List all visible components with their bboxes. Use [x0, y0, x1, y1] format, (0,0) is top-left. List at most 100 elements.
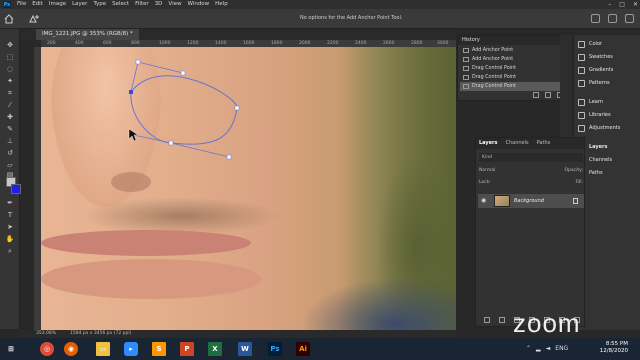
chrome-icon[interactable]: ◎: [40, 342, 54, 356]
add-anchor-point-tool-icon[interactable]: [28, 14, 40, 24]
network-icon[interactable]: ▂: [536, 345, 541, 352]
panel-adjustments[interactable]: Adjustments: [578, 123, 640, 133]
panel-learn[interactable]: Learn: [578, 97, 640, 107]
window-controls: – □ ✕: [608, 0, 638, 9]
maximize-button[interactable]: □: [619, 0, 625, 9]
menu-type[interactable]: Type: [93, 0, 106, 9]
workspace-icon[interactable]: [608, 14, 617, 23]
panel-gradients[interactable]: Gradients: [578, 65, 640, 75]
up-arrow-icon[interactable]: ⌃: [526, 345, 531, 352]
document-tab[interactable]: IMG_1221.JPG @ 353% (RGB/8) *: [36, 29, 139, 40]
zoom-level[interactable]: 353.08%: [36, 330, 56, 338]
layer-filter-row[interactable]: Kind: [479, 153, 583, 162]
panel-color[interactable]: Color: [578, 39, 640, 49]
close-button[interactable]: ✕: [633, 0, 638, 9]
history-state-icon: [463, 84, 469, 89]
minimize-button[interactable]: –: [608, 0, 611, 9]
firefox-icon[interactable]: ◉: [64, 342, 78, 356]
anchor-point[interactable]: [180, 70, 186, 76]
zoom-app-icon[interactable]: ▸: [124, 342, 138, 356]
hand-tool-icon[interactable]: ✋: [3, 235, 17, 244]
panel-layers[interactable]: Layers: [578, 142, 640, 152]
blend-mode-select[interactable]: Normal: [479, 166, 495, 175]
clone-stamp-tool-icon[interactable]: ⊥: [3, 137, 17, 146]
menu-edit[interactable]: Edit: [32, 0, 43, 9]
layers-panel: Layers Channels Paths Kind Normal Opacit…: [475, 137, 585, 327]
healing-brush-tool-icon[interactable]: ✚: [3, 113, 17, 122]
sublime-icon[interactable]: S: [152, 342, 166, 356]
anchor-point[interactable]: [226, 154, 232, 160]
menu-select[interactable]: Select: [112, 0, 129, 9]
bezier-path[interactable]: [41, 47, 456, 330]
anchor-point[interactable]: [135, 59, 141, 65]
visibility-eye-icon[interactable]: ◉: [481, 197, 486, 204]
anchor-point[interactable]: [234, 105, 240, 111]
move-tool-icon[interactable]: ✥: [3, 41, 17, 50]
file-explorer-icon[interactable]: ▭: [96, 342, 110, 356]
kind-filter[interactable]: Kind: [482, 155, 492, 160]
history-item-selected[interactable]: Drag Control Point: [460, 82, 564, 91]
opacity-label: Opacity:: [564, 168, 584, 173]
menu-view[interactable]: View: [168, 0, 181, 9]
eyedropper-tool-icon[interactable]: ⁄: [3, 101, 17, 110]
ruler-tick: 2400: [355, 41, 367, 46]
history-item[interactable]: Drag Control Point: [460, 64, 564, 73]
excel-icon[interactable]: X: [208, 342, 222, 356]
menu-layer[interactable]: Layer: [72, 0, 87, 9]
tab-paths[interactable]: Paths: [537, 138, 551, 149]
panel-paths[interactable]: Paths: [578, 168, 640, 178]
anchor-point[interactable]: [129, 90, 133, 94]
fx-icon[interactable]: [499, 317, 505, 323]
photoshop-icon[interactable]: Ps: [268, 342, 282, 356]
zoom-tool-icon[interactable]: ⌕: [3, 247, 17, 256]
panel-patterns[interactable]: Patterns: [578, 78, 640, 88]
menu-image[interactable]: Image: [49, 0, 66, 9]
panel-channels[interactable]: Channels: [578, 155, 640, 165]
new-document-icon[interactable]: [533, 92, 539, 98]
volume-icon[interactable]: ◄: [546, 345, 551, 352]
pen-tool-icon[interactable]: ✒: [3, 199, 17, 208]
panel-libraries[interactable]: Libraries: [578, 110, 640, 120]
marquee-tool-icon[interactable]: ⬚: [3, 53, 17, 62]
tab-layers[interactable]: Layers: [479, 138, 498, 149]
anchor-point[interactable]: [168, 140, 174, 146]
language-indicator[interactable]: ENG: [555, 345, 568, 352]
patterns-icon: [578, 79, 585, 87]
home-icon[interactable]: [4, 14, 14, 24]
history-item[interactable]: Add Anchor Point: [460, 46, 564, 55]
crop-tool-icon[interactable]: ⌗: [3, 89, 17, 98]
magic-wand-tool-icon[interactable]: ✦: [3, 77, 17, 86]
options-bar: No options for the Add Anchor Point Tool…: [0, 9, 640, 29]
menu-window[interactable]: Window: [187, 0, 209, 9]
layer-thumbnail: [494, 195, 510, 207]
word-icon[interactable]: W: [238, 342, 252, 356]
lasso-tool-icon[interactable]: ◌: [3, 65, 17, 74]
panel-swatches[interactable]: Swatches: [578, 52, 640, 62]
snapshot-icon[interactable]: [545, 92, 551, 98]
share-icon[interactable]: [625, 14, 634, 23]
brush-tool-icon[interactable]: ✎: [3, 125, 17, 134]
menu-filter[interactable]: Filter: [135, 0, 149, 9]
menu-3d[interactable]: 3D: [155, 0, 163, 9]
tab-channels[interactable]: Channels: [506, 138, 529, 149]
history-item[interactable]: Add Anchor Point: [460, 55, 564, 64]
background-color-swatch[interactable]: [11, 184, 21, 194]
history-panel-title[interactable]: History: [458, 36, 567, 45]
layer-row[interactable]: ◉ Background: [478, 194, 584, 208]
history-item[interactable]: Drag Control Point: [460, 73, 564, 82]
link-icon[interactable]: [484, 317, 490, 323]
eraser-tool-icon[interactable]: ▱: [3, 161, 17, 170]
powerpoint-icon[interactable]: P: [180, 342, 194, 356]
document-canvas[interactable]: [41, 47, 456, 330]
menu-help[interactable]: Help: [215, 0, 228, 9]
search-icon[interactable]: [591, 14, 600, 23]
illustrator-icon[interactable]: Ai: [296, 342, 310, 356]
menu-file[interactable]: File: [17, 0, 26, 9]
panel-label: Libraries: [589, 112, 611, 118]
type-tool-icon[interactable]: T: [3, 211, 17, 220]
history-brush-tool-icon[interactable]: ↺: [3, 149, 17, 158]
windows-start-icon[interactable]: ⊞: [4, 342, 18, 356]
ruler-tick: 400: [75, 41, 84, 46]
system-clock[interactable]: 8:55 PM 12/8/2020: [600, 341, 628, 355]
path-selection-tool-icon[interactable]: ➤: [3, 223, 17, 232]
